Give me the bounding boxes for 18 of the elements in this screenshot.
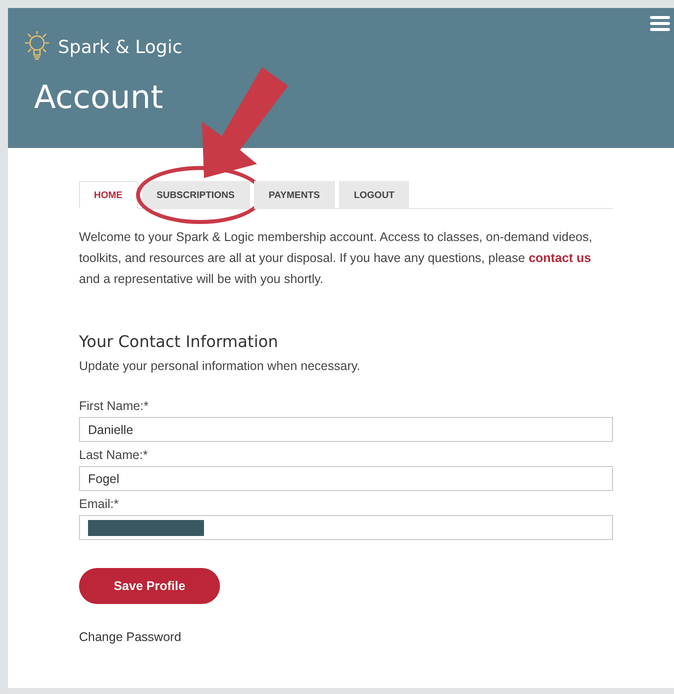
page-title: Account: [34, 78, 164, 116]
intro-paragraph: Welcome to your Spark & Logic membership account. Access to classes, on-demand videos, toolkits, and resources are all at your disposal. If you have any questions, please contact us and a representative will be with you shortly.: [79, 229, 594, 288]
input-field[interactable]: [79, 515, 613, 540]
field-label: Last Name:*: [79, 448, 149, 462]
input-field[interactable]: Danielle: [79, 417, 613, 442]
change-password-link[interactable]: Change Password: [79, 630, 182, 644]
save-button[interactable]: Save Profile: [79, 568, 220, 604]
field-label: Email:*: [79, 497, 120, 511]
tab[interactable]: PAYMENTS: [254, 181, 335, 209]
brand-name: Spark & Logic: [58, 36, 182, 58]
section-subtitle: Update your personal information when necessary.: [79, 359, 362, 373]
field-label: First Name:*: [79, 399, 150, 413]
section-heading: Your Contact Information: [79, 332, 280, 351]
input-field[interactable]: Fogel: [79, 466, 613, 491]
tab[interactable]: LOGOUT: [338, 181, 410, 209]
tab[interactable]: SUBSCRIPTIONS: [142, 181, 250, 209]
menu-icon[interactable]: [650, 16, 670, 31]
tab[interactable]: HOME: [79, 181, 138, 209]
